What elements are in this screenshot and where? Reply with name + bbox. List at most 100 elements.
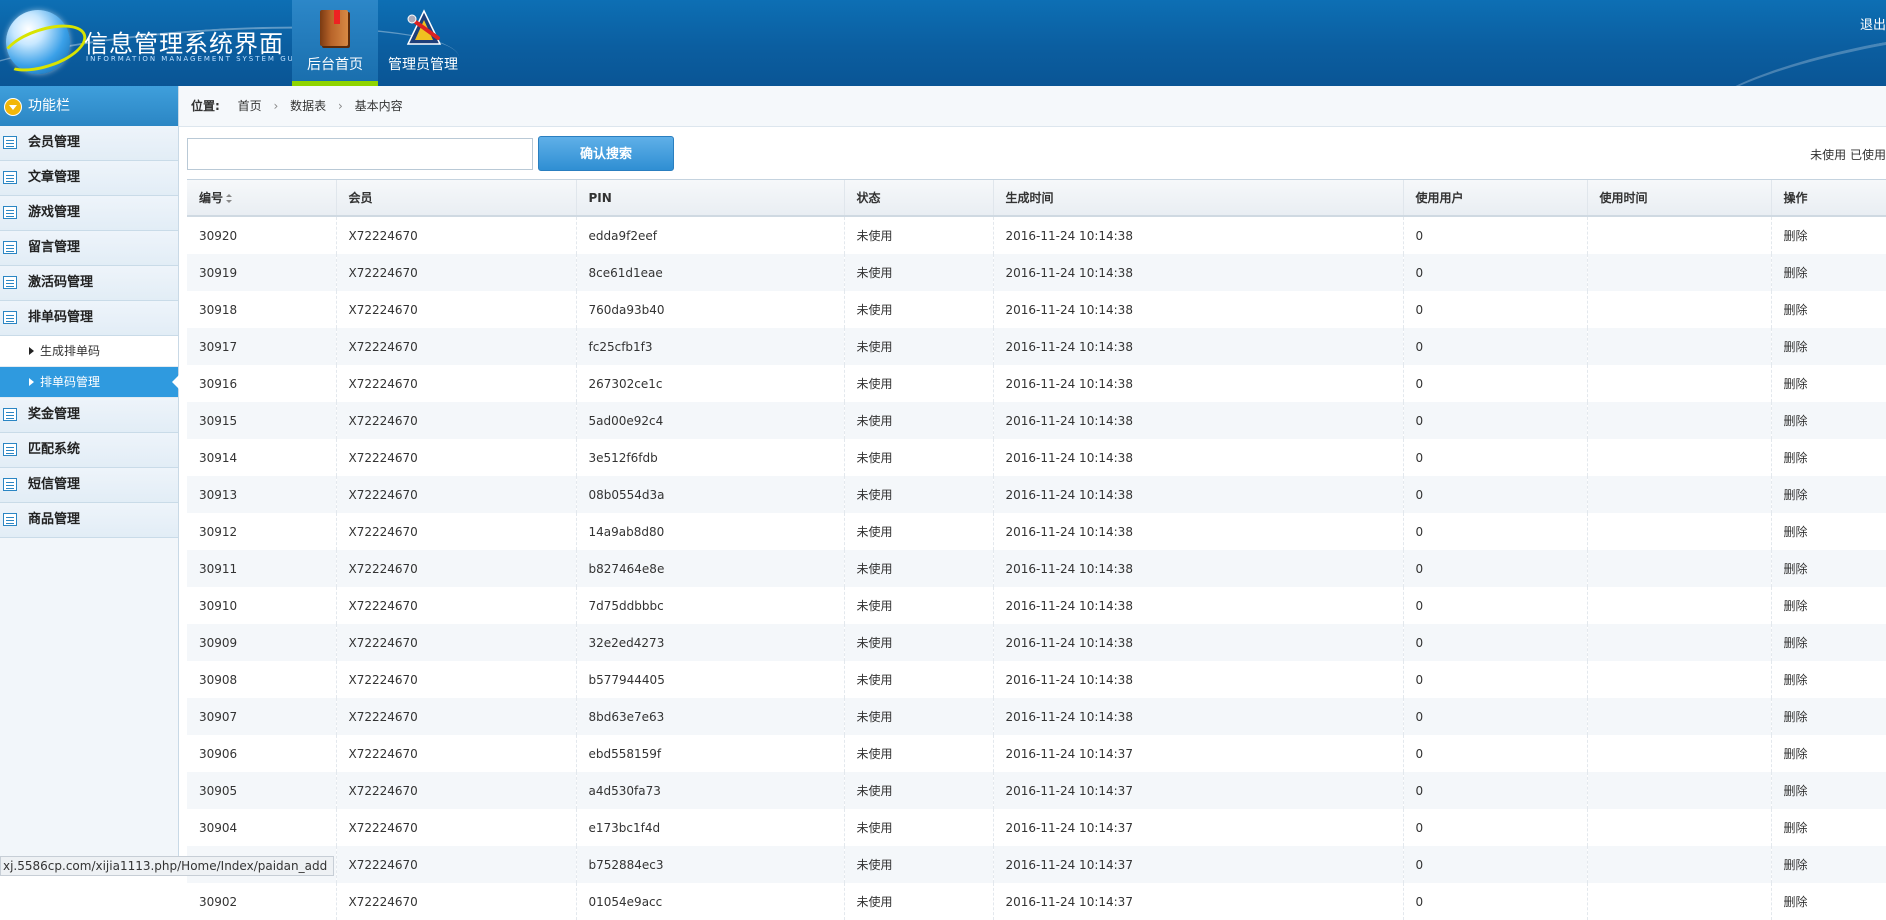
- sidebar-title: 功能栏: [28, 98, 70, 114]
- cell-pin: 14a9ab8d80: [576, 513, 845, 550]
- filter-unused-link[interactable]: 未使用: [1810, 148, 1846, 162]
- cell-created-time: 2016-11-24 10:14:38: [993, 624, 1404, 661]
- cell-status: 未使用: [844, 254, 994, 291]
- sidebar-item-members[interactable]: 会员管理: [0, 126, 178, 161]
- cell-id: 30917: [187, 328, 337, 365]
- cell-pin: 267302ce1c: [576, 365, 845, 402]
- cell-member: X72224670: [336, 735, 577, 772]
- cell-created-time: 2016-11-24 10:14:38: [993, 439, 1404, 476]
- column-header-member: 会员: [336, 180, 577, 217]
- cell-used-time: [1587, 661, 1772, 698]
- delete-link[interactable]: 删除: [1771, 291, 1886, 328]
- delete-link[interactable]: 删除: [1771, 328, 1886, 365]
- delete-link[interactable]: 删除: [1771, 846, 1886, 883]
- cell-member: X72224670: [336, 809, 577, 846]
- sidebar-item-bonus[interactable]: 奖金管理: [0, 398, 178, 433]
- calendar-icon: [3, 478, 17, 491]
- cell-status: 未使用: [844, 809, 994, 846]
- delete-link[interactable]: 删除: [1771, 772, 1886, 809]
- sidebar-header[interactable]: 功能栏: [0, 86, 178, 126]
- sort-icon[interactable]: [226, 194, 233, 203]
- sidebar-item-sms[interactable]: 短信管理: [0, 468, 178, 503]
- sidebar-item-activation-codes[interactable]: 激活码管理: [0, 266, 178, 301]
- cell-pin: 08b0554d3a: [576, 476, 845, 513]
- cell-id: 30907: [187, 698, 337, 735]
- cell-pin: 8ce61d1eae: [576, 254, 845, 291]
- cell-pin: fc25cfb1f3: [576, 328, 845, 365]
- sidebar-subitem-manage-order-code[interactable]: 排单码管理: [0, 367, 179, 398]
- search-button[interactable]: 确认搜索: [538, 136, 674, 171]
- cell-used-by: 0: [1403, 846, 1588, 883]
- filter-used-link[interactable]: 已使用: [1850, 148, 1886, 162]
- cell-member: X72224670: [336, 772, 577, 809]
- cell-id: 30920: [187, 216, 337, 254]
- edit-icon: [3, 206, 17, 219]
- delete-link[interactable]: 删除: [1771, 439, 1886, 476]
- search-input[interactable]: [187, 138, 533, 170]
- column-header-status: 状态: [844, 180, 994, 217]
- table-row: 30906 X72224670 ebd558159f 未使用 2016-11-24 10…: [187, 735, 1886, 772]
- table-row: 30905 X72224670 a4d530fa73 未使用 2016-11-24 10…: [187, 772, 1886, 809]
- delete-link[interactable]: 删除: [1771, 587, 1886, 624]
- cell-used-by: 0: [1403, 476, 1588, 513]
- sidebar-item-messages[interactable]: 留言管理: [0, 231, 178, 266]
- column-header-created-time: 生成时间: [993, 180, 1404, 217]
- sidebar-item-games[interactable]: 游戏管理: [0, 196, 178, 231]
- sidebar-item-label: 文章管理: [28, 170, 81, 185]
- table-row: 30902 X72224670 01054e9acc 未使用 2016-11-24 10…: [187, 883, 1886, 920]
- delete-link[interactable]: 删除: [1771, 735, 1886, 772]
- delete-link[interactable]: 删除: [1771, 624, 1886, 661]
- logout-link[interactable]: 退出: [1860, 14, 1886, 33]
- cell-status: 未使用: [844, 550, 994, 587]
- cell-member: X72224670: [336, 216, 577, 254]
- cell-used-time: [1587, 772, 1772, 809]
- sidebar-item-articles[interactable]: 文章管理: [0, 161, 178, 196]
- sidebar-subitem-generate-order-code[interactable]: 生成排单码: [0, 336, 178, 367]
- cell-pin: 01054e9acc: [576, 883, 845, 920]
- app-title: 信息管理系统界面: [84, 30, 284, 58]
- sidebar-item-label: 匹配系统: [28, 442, 81, 457]
- sidebar-item-label: 排单码管理: [28, 310, 94, 325]
- cell-status: 未使用: [844, 513, 994, 550]
- delete-link[interactable]: 删除: [1771, 698, 1886, 735]
- table-row: 30904 X72224670 e173bc1f4d 未使用 2016-11-24 10…: [187, 809, 1886, 846]
- sidebar-item-order-codes[interactable]: 排单码管理: [0, 301, 178, 336]
- cell-member: X72224670: [336, 587, 577, 624]
- cell-created-time: 2016-11-24 10:14:37: [993, 809, 1404, 846]
- cell-member: X72224670: [336, 846, 577, 883]
- breadcrumb-link-datatable[interactable]: 数据表: [290, 99, 326, 113]
- delete-link[interactable]: 删除: [1771, 809, 1886, 846]
- topnav-admin[interactable]: 管理员管理: [380, 0, 466, 86]
- delete-link[interactable]: 删除: [1771, 661, 1886, 698]
- cell-id: 30906: [187, 735, 337, 772]
- cell-created-time: 2016-11-24 10:14:38: [993, 661, 1404, 698]
- cell-used-time: [1587, 254, 1772, 291]
- table-row: 30908 X72224670 b577944405 未使用 2016-11-24 10…: [187, 661, 1886, 698]
- cell-status: 未使用: [844, 624, 994, 661]
- caret-right-icon: [29, 347, 34, 355]
- caret-right-icon: [29, 378, 34, 386]
- delete-link[interactable]: 删除: [1771, 883, 1886, 920]
- topnav-home[interactable]: 后台首页: [292, 0, 378, 86]
- delete-link[interactable]: 删除: [1771, 476, 1886, 513]
- delete-link[interactable]: 删除: [1771, 254, 1886, 291]
- delete-link[interactable]: 删除: [1771, 513, 1886, 550]
- column-header-used-by: 使用用户: [1403, 180, 1588, 217]
- sidebar-item-products[interactable]: 商品管理: [0, 503, 178, 538]
- cell-id: 30916: [187, 365, 337, 402]
- delete-link[interactable]: 删除: [1771, 550, 1886, 587]
- delete-link[interactable]: 删除: [1771, 365, 1886, 402]
- delete-link[interactable]: 删除: [1771, 216, 1886, 254]
- cell-status: 未使用: [844, 698, 994, 735]
- cell-member: X72224670: [336, 439, 577, 476]
- delete-link[interactable]: 删除: [1771, 402, 1886, 439]
- breadcrumb-current: 基本内容: [354, 99, 403, 113]
- column-header-id[interactable]: 编号: [187, 180, 337, 217]
- cell-used-time: [1587, 624, 1772, 661]
- cell-pin: b577944405: [576, 661, 845, 698]
- breadcrumb-link-home[interactable]: 首页: [238, 99, 262, 113]
- cell-member: X72224670: [336, 402, 577, 439]
- chevron-down-icon: [4, 98, 22, 116]
- sidebar-item-matching[interactable]: 匹配系统: [0, 433, 178, 468]
- sidebar-item-label: 会员管理: [28, 135, 81, 150]
